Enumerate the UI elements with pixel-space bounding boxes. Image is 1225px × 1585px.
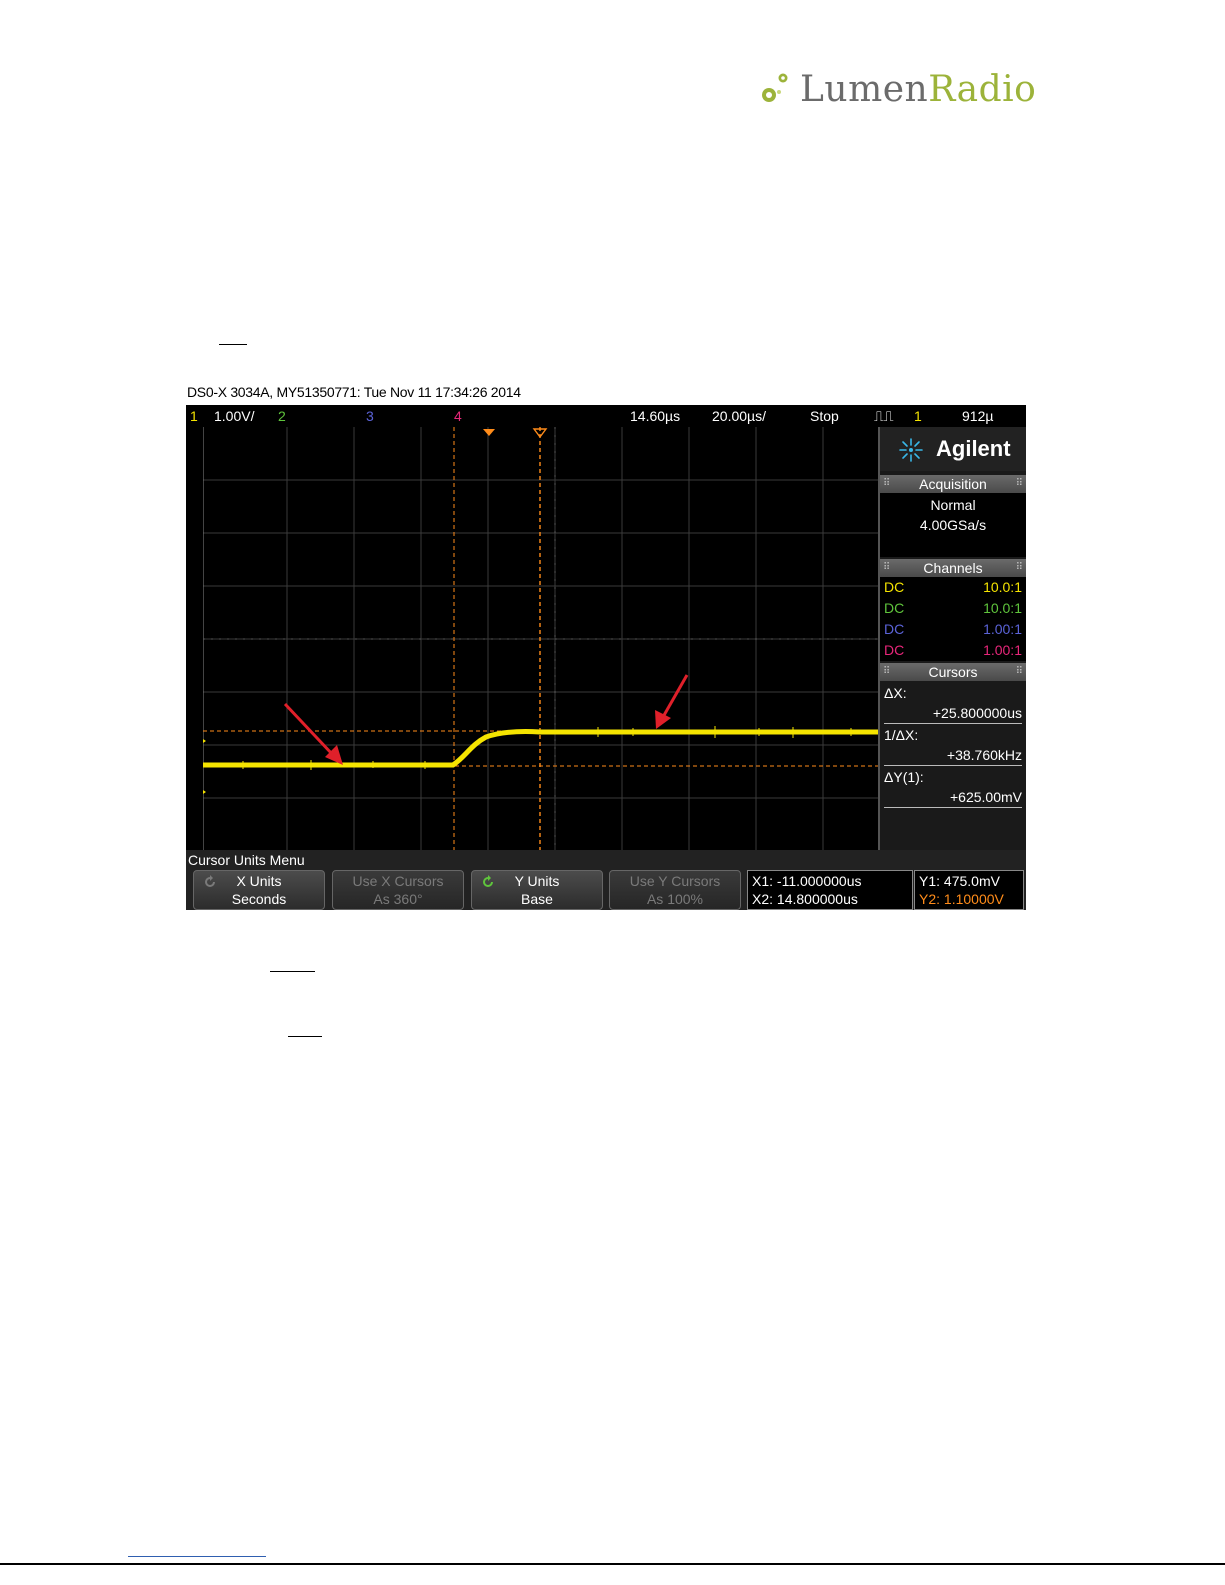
- y2-readout: Y2: 1.10000V: [919, 891, 1004, 907]
- screenshot-caption: DS0-X 3034A, MY51350771: Tue Nov 11 17:3…: [187, 384, 521, 400]
- trigger-source: 1: [914, 408, 922, 424]
- footer-rule: [0, 1563, 1225, 1565]
- y-cursors-100-softkey[interactable]: Use Y Cursors As 100%: [609, 870, 741, 910]
- acquisition-section: Normal 4.00GSa/s: [880, 493, 1026, 557]
- underline-mark: [270, 971, 315, 972]
- waveform-graticule: [203, 427, 893, 852]
- timebase-scale: 20.00µs/: [712, 408, 766, 424]
- x1-readout: X1: -11.000000us: [752, 873, 862, 889]
- y-cursor-readout: Y1: 475.0mV Y2: 1.10000V: [914, 870, 1024, 910]
- ch1-number: 1: [190, 408, 198, 424]
- channel-row: DC 10.0:1: [884, 600, 1022, 616]
- ch1-waveform: [203, 729, 893, 768]
- cursors-section: ΔX: +25.800000us 1/ΔX: +38.760kHz ΔY(1):…: [880, 681, 1026, 850]
- x-cursors-360-softkey[interactable]: Use X Cursors As 360°: [332, 870, 464, 910]
- cursors-header: ⠿ Cursors ⠿: [880, 663, 1026, 681]
- acquisition-mode: Normal: [930, 497, 976, 513]
- softkey-menu: Cursor Units Menu X Units Seconds Use X …: [186, 850, 1026, 910]
- delay-marker-icon: [483, 429, 495, 436]
- menu-title: Cursor Units Menu: [188, 852, 305, 868]
- y1-readout: Y1: 475.0mV: [919, 873, 1000, 889]
- agilent-spark-icon: [899, 438, 923, 462]
- footer-link-underline[interactable]: [128, 1556, 266, 1557]
- ch1-scale: 1.00V/: [214, 408, 255, 424]
- channel-row: DC 1.00:1: [884, 642, 1022, 658]
- ch2-number: 2: [278, 408, 286, 424]
- channel-row: DC 1.00:1: [884, 621, 1022, 637]
- x-units-softkey[interactable]: X Units Seconds: [193, 870, 325, 910]
- logo-wordmark: LumenRadio: [800, 69, 1037, 110]
- horizontal-delay: 14.60µs: [630, 408, 681, 424]
- delta-x-value: +25.800000us: [884, 703, 1022, 724]
- trigger-edge-icon: ⎍⎍: [874, 408, 894, 424]
- agilent-brand: Agilent: [880, 427, 1026, 471]
- run-state: Stop: [810, 408, 839, 424]
- underline-mark: [288, 1036, 322, 1037]
- logo-dots-icon: [762, 73, 788, 102]
- x2-readout: X2: 14.800000us: [752, 891, 858, 907]
- info-sidebar: Agilent ⠿ Acquisition ⠿ Normal 4.00GSa/s ⠿…: [878, 427, 1026, 850]
- underline-mark: [219, 344, 247, 345]
- scope-status-bar: 1 1.00V/ 2 3 4 14.60µs 20.00µs/ Stop ⎍⎍ …: [186, 405, 1026, 427]
- lumenradio-logo: LumenRadio: [760, 68, 1036, 116]
- delta-x-label: ΔX:: [884, 685, 907, 701]
- y-units-softkey[interactable]: Y Units Base: [471, 870, 603, 910]
- oscilloscope-screen: 1 1.00V/ 2 3 4 14.60µs 20.00µs/ Stop ⎍⎍ …: [186, 405, 1026, 910]
- ch4-number: 4: [454, 408, 462, 424]
- inverse-delta-x-label: 1/ΔX:: [884, 727, 919, 743]
- annotation-arrow-icon: [655, 674, 689, 729]
- delta-y-label: ΔY(1):: [884, 769, 924, 785]
- channels-header: ⠿ Channels ⠿: [880, 559, 1026, 577]
- channels-section: DC 10.0:1 DC 10.0:1 DC 1.00:1 DC 1.00:1: [880, 577, 1026, 661]
- delta-y-value: +625.00mV: [884, 787, 1022, 808]
- inverse-delta-x-value: +38.760kHz: [884, 745, 1022, 766]
- x-cursor-readout: X1: -11.000000us X2: 14.800000us: [747, 870, 913, 910]
- channel-row: DC 10.0:1: [884, 579, 1022, 595]
- annotation-arrow-icon: [283, 702, 343, 765]
- sample-rate: 4.00GSa/s: [919, 517, 987, 533]
- ch3-number: 3: [366, 408, 374, 424]
- trigger-level: 912µ: [962, 408, 994, 424]
- acquisition-header: ⠿ Acquisition ⠿: [880, 475, 1026, 493]
